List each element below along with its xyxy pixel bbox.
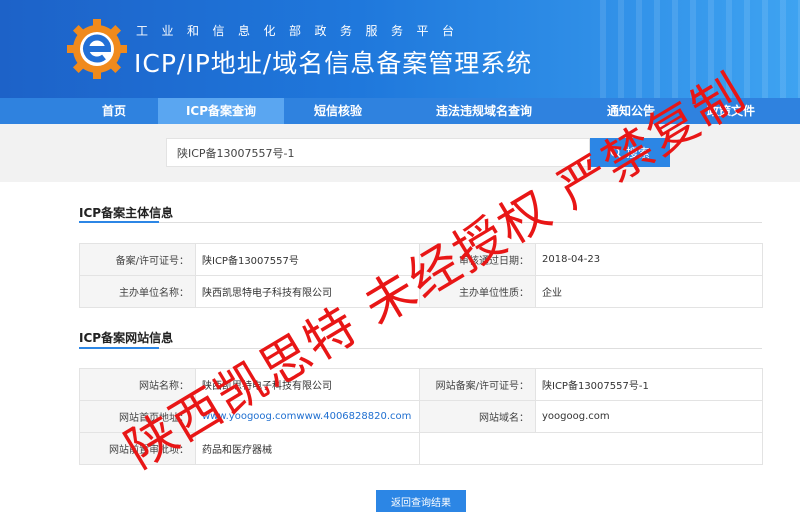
website-section-title: ICP备案网站信息: [79, 331, 174, 345]
website-domain-value: yoogoog.com: [535, 400, 763, 433]
website-info-table: 网站名称： 陕西凯思特电子科技有限公司 网站备案/许可证号： 陕ICP备1300…: [79, 368, 763, 465]
header-decoration: [600, 0, 800, 98]
site-header: 工业和信息化部政务服务平台 ICP/IP地址/域名信息备案管理系统: [0, 0, 800, 98]
license-number-value: 陕ICP备13007557号: [195, 243, 420, 276]
website-domain-label: 网站域名：: [419, 400, 536, 433]
subject-info-table: 备案/许可证号： 陕ICP备13007557号 审核通过日期： 2018-04-…: [79, 243, 763, 308]
pre-approval-value: 药品和医疗器械: [195, 432, 420, 465]
subject-section-underline: [79, 221, 159, 223]
approval-date-label: 审核通过日期：: [419, 243, 536, 276]
header-subtitle: 工业和信息化部政务服务平台: [136, 24, 468, 38]
website-section-divider: [79, 348, 762, 349]
website-name-value: 陕西凯思特电子科技有限公司: [195, 368, 420, 401]
back-to-results-button[interactable]: 返回查询结果: [376, 490, 466, 512]
search-button[interactable]: 搜索: [590, 138, 670, 167]
license-number-label: 备案/许可证号：: [79, 243, 196, 276]
organizer-type-value: 企业: [535, 275, 763, 308]
homepage-url-label: 网站首页地址：: [79, 400, 196, 433]
website-name-label: 网站名称：: [79, 368, 196, 401]
organizer-name-label: 主办单位名称：: [79, 275, 196, 308]
table-row: 备案/许可证号： 陕ICP备13007557号 审核通过日期： 2018-04-…: [79, 243, 763, 276]
subject-section-divider: [79, 222, 762, 223]
pre-approval-label: 网站前置审批项：: [79, 432, 196, 465]
nav-item-illegal-domain[interactable]: 违法违规域名查询: [402, 98, 566, 124]
nav-item-notices[interactable]: 通知公告: [576, 98, 686, 124]
table-row: 网站前置审批项： 药品和医疗器械: [79, 432, 763, 465]
search-input[interactable]: [166, 138, 590, 167]
page-title: ICP/IP地址/域名信息备案管理系统: [134, 49, 533, 78]
nav-item-policy-docs[interactable]: 政策文件: [686, 98, 776, 124]
nav-item-sms-verify[interactable]: 短信核验: [284, 98, 392, 124]
website-license-label: 网站备案/许可证号：: [419, 368, 536, 401]
organizer-name-value: 陕西凯思特电子科技有限公司: [195, 275, 420, 308]
homepage-url-link[interactable]: www.yoogoog.comwww.4006828820.com: [195, 400, 420, 433]
empty-cell: [419, 432, 763, 465]
approval-date-value: 2018-04-23: [535, 243, 763, 276]
gear-e-logo-icon: [67, 19, 127, 79]
website-section-underline: [79, 347, 159, 349]
search-area: 搜索: [0, 124, 800, 182]
table-row: 网站名称： 陕西凯思特电子科技有限公司 网站备案/许可证号： 陕ICP备1300…: [79, 368, 763, 401]
main-nav: 首页 ICP备案查询 短信核验 违法违规域名查询 通知公告 政策文件: [0, 98, 800, 124]
organizer-type-label: 主办单位性质：: [419, 275, 536, 308]
nav-item-icp-query[interactable]: ICP备案查询: [158, 98, 284, 124]
subject-section-title: ICP备案主体信息: [79, 206, 174, 220]
nav-item-home[interactable]: 首页: [56, 98, 172, 124]
table-row: 网站首页地址： www.yoogoog.comwww.4006828820.co…: [79, 400, 763, 433]
search-icon: [610, 147, 622, 158]
table-row: 主办单位名称： 陕西凯思特电子科技有限公司 主办单位性质： 企业: [79, 275, 763, 308]
search-button-label: 搜索: [625, 146, 650, 160]
website-license-value: 陕ICP备13007557号-1: [535, 368, 763, 401]
